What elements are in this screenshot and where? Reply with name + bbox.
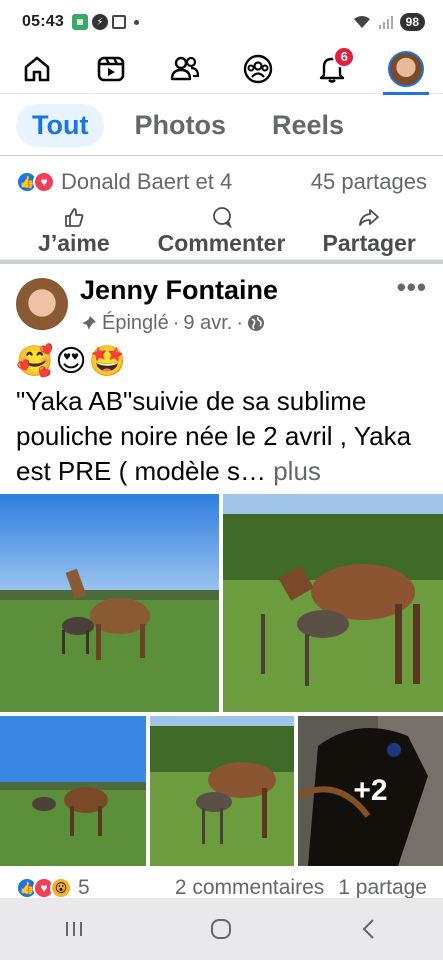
- home-button-icon[interactable]: [208, 916, 234, 942]
- status-bar: 05:43 ◙ ⚡ 98: [0, 0, 443, 44]
- app-notification-icon: ◙: [71, 14, 88, 30]
- post-reaction-icons[interactable]: 👍 ♥ 😮: [16, 877, 72, 899]
- filter-tabs: Tout Photos Reels: [0, 96, 443, 156]
- author-avatar[interactable]: [16, 278, 68, 330]
- share-icon: [359, 209, 380, 226]
- post-photos: +2: [0, 494, 443, 866]
- previous-post-actions: J’aime Commenter Partager: [0, 204, 443, 260]
- meta-separator: ·: [172, 311, 180, 334]
- screenshot-icon: [111, 15, 126, 29]
- groups-icon: [244, 54, 273, 83]
- tab-photos[interactable]: Photos: [118, 104, 242, 147]
- nav-notifications[interactable]: 6: [309, 45, 356, 92]
- reels-icon: [97, 56, 125, 81]
- status-right: 98: [352, 13, 425, 31]
- pinned-label: Épinglé: [102, 311, 169, 334]
- photo-1[interactable]: [0, 494, 219, 712]
- more-options-icon[interactable]: •••: [397, 272, 427, 303]
- nav-groups[interactable]: [235, 46, 281, 92]
- post-subline: Épinglé · 9 avr. ·: [80, 312, 397, 335]
- status-time: 05:43: [22, 13, 64, 30]
- share-label: Partager: [322, 230, 416, 256]
- post-date[interactable]: 9 avr.: [183, 312, 232, 335]
- post-shares-count[interactable]: 1 partage: [338, 876, 427, 900]
- friends-icon: [170, 56, 199, 80]
- horse-photo-image: [0, 716, 146, 866]
- top-navigation: 6: [0, 44, 443, 95]
- photo-4[interactable]: [150, 716, 294, 866]
- horse-photo-image: [0, 494, 219, 712]
- profile-avatar: [387, 50, 424, 87]
- post-body: "Yaka AB"suivie de sa sublime pouliche n…: [16, 386, 412, 486]
- nav-active-indicator: [382, 91, 429, 95]
- more-photos-overlay[interactable]: +2: [298, 716, 443, 866]
- home-icon: [24, 56, 50, 81]
- comments-count[interactable]: 2 commentaires: [175, 876, 324, 900]
- like-label: J’aime: [38, 230, 110, 256]
- love-reaction-icon: ♥: [33, 171, 55, 193]
- author-name[interactable]: Jenny Fontaine: [80, 275, 397, 306]
- battery-indicator: 98: [399, 13, 425, 31]
- nav-home[interactable]: [14, 46, 60, 92]
- messenger-icon: ⚡: [91, 14, 108, 30]
- post-text[interactable]: "Yaka AB"suivie de sa sublime pouliche n…: [16, 384, 431, 489]
- globe-icon: [247, 315, 264, 332]
- previous-post-reactions: 👍 ♥ Donald Baert et 4 45 partages: [0, 166, 443, 198]
- reaction-count[interactable]: 5: [78, 876, 90, 900]
- status-notification-icons: ◙ ⚡: [71, 14, 139, 30]
- comment-icon: [212, 207, 232, 228]
- nav-reels[interactable]: [88, 46, 134, 92]
- reaction-icons[interactable]: 👍 ♥: [16, 171, 55, 193]
- photo-5[interactable]: +2: [298, 716, 443, 866]
- android-navigation-bar: [0, 898, 443, 960]
- nav-friends[interactable]: [162, 46, 208, 92]
- see-more-link[interactable]: plus: [273, 456, 321, 486]
- shares-count[interactable]: 45 partages: [311, 169, 427, 195]
- photo-2[interactable]: [223, 494, 443, 712]
- photo-3[interactable]: [0, 716, 146, 866]
- nav-profile[interactable]: [382, 46, 429, 95]
- comment-button[interactable]: Commenter: [148, 204, 296, 259]
- share-button[interactable]: Partager: [295, 204, 443, 259]
- comment-label: Commenter: [157, 230, 286, 256]
- tab-tout[interactable]: Tout: [16, 104, 105, 147]
- tab-reels[interactable]: Reels: [256, 104, 360, 147]
- horse-photo-image: [150, 716, 294, 866]
- post-emojis: 🥰😍🤩: [16, 345, 128, 378]
- signal-icon: [378, 16, 393, 29]
- post-header: Jenny Fontaine Épinglé · 9 avr. · •••: [0, 270, 443, 340]
- like-button[interactable]: J’aime: [0, 204, 148, 259]
- wow-reaction-icon: 😮: [50, 877, 72, 899]
- wifi-icon: [353, 16, 370, 28]
- recent-apps-icon[interactable]: [61, 916, 87, 942]
- horse-photo-image: [223, 494, 443, 712]
- notification-badge: 6: [333, 45, 356, 68]
- meta-separator: ·: [236, 311, 243, 334]
- thumbs-up-icon: [64, 208, 84, 227]
- reactions-summary[interactable]: Donald Baert et 4: [61, 169, 232, 195]
- back-icon[interactable]: [356, 916, 382, 942]
- pin-icon: [82, 316, 96, 331]
- post-meta: Jenny Fontaine Épinglé · 9 avr. ·: [80, 275, 397, 335]
- post-separator: [0, 260, 443, 264]
- more-notifications-dot: [133, 19, 139, 25]
